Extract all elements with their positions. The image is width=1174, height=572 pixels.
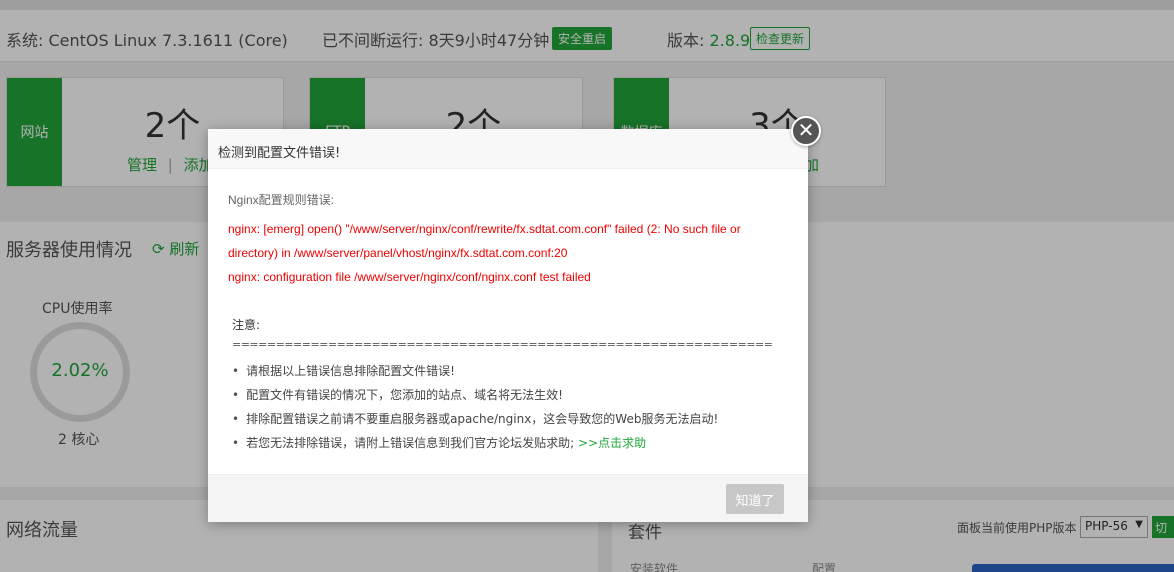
tip-item: 请根据以上错误信息排除配置文件错误! xyxy=(232,359,718,383)
tip-item: 排除配置错误之前请不要重启服务器或apache/nginx，这会导致您的Web服… xyxy=(232,407,718,431)
error-label: Nginx配置规则错误: xyxy=(228,193,335,207)
tip-item: 配置文件有错误的情况下，您添加的站点、域名将无法生效! xyxy=(232,383,718,407)
tips-list: 请根据以上错误信息排除配置文件错误! 配置文件有错误的情况下，您添加的站点、域名… xyxy=(232,359,718,455)
error-line: nginx: configuration file /www/server/ng… xyxy=(228,270,591,284)
close-icon[interactable]: ✕ xyxy=(791,116,821,146)
dialog-body: Nginx配置规则错误: nginx: [emerg] open() "/www… xyxy=(228,191,788,289)
tip-text: 请根据以上错误信息排除配置文件错误! xyxy=(246,364,455,378)
separator-line: ========================================… xyxy=(232,338,772,351)
tip-text: 配置文件有错误的情况下，您添加的站点、域名将无法生效! xyxy=(246,388,563,402)
note-label: 注意: xyxy=(232,318,261,332)
tip-text: 若您无法排除错误，请附上错误信息到我们官方论坛发贴求助; xyxy=(246,436,575,450)
dialog-title: 检测到配置文件错误! xyxy=(208,129,808,169)
error-line: directory) in /www/server/panel/vhost/ng… xyxy=(228,246,568,260)
tip-item: 若您无法排除错误，请附上错误信息到我们官方论坛发贴求助; >>点击求助 xyxy=(232,431,718,455)
help-link[interactable]: >>点击求助 xyxy=(578,436,646,450)
config-error-dialog: 检测到配置文件错误! Nginx配置规则错误: nginx: [emerg] o… xyxy=(208,129,808,522)
error-line: nginx: [emerg] open() "/www/server/nginx… xyxy=(228,222,741,236)
dialog-footer: 知道了 xyxy=(208,474,808,522)
ok-button[interactable]: 知道了 xyxy=(726,484,784,514)
tip-text: 排除配置错误之前请不要重启服务器或apache/nginx，这会导致您的Web服… xyxy=(246,412,719,426)
